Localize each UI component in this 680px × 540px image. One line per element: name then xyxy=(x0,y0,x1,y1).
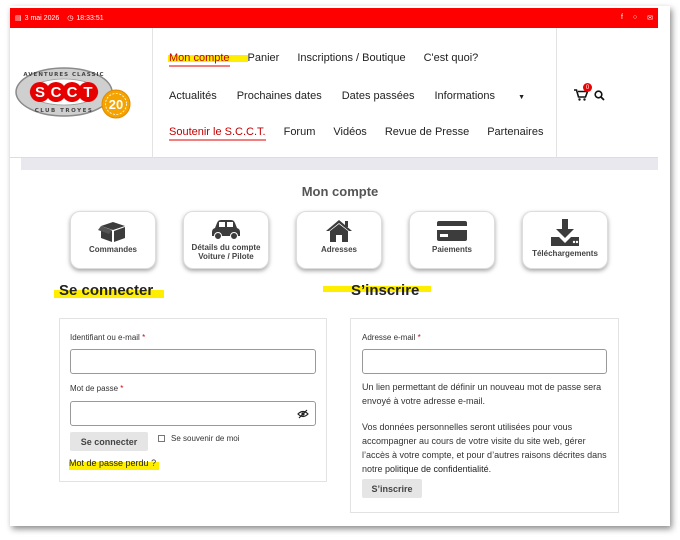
nav-forum[interactable]: Forum xyxy=(284,126,316,138)
logo-badge: 20 xyxy=(109,97,123,112)
nav-panier[interactable]: Panier xyxy=(248,52,280,64)
header-divider xyxy=(152,28,153,158)
tile-label: Adresses xyxy=(320,245,358,254)
cart-count-badge: 0 xyxy=(583,83,592,92)
time-text: 18:33:51 xyxy=(76,14,104,22)
password-input[interactable] xyxy=(70,401,316,426)
nav-informations-label: Informations xyxy=(434,90,495,102)
nav-dates-passees[interactable]: Dates passées xyxy=(342,90,415,102)
email-label-text: Adresse e-mail xyxy=(362,333,416,342)
remember-checkbox[interactable] xyxy=(158,435,165,442)
nav-videos[interactable]: Vidéos xyxy=(333,126,366,138)
logo-arc-bottom: CLUB TROYES xyxy=(35,108,94,114)
cart-search-area: 0 xyxy=(574,83,605,106)
nav-actualites[interactable]: Actualités xyxy=(169,90,217,102)
page-title: Mon compte xyxy=(301,184,379,199)
register-info: Un lien permettant de définir un nouveau… xyxy=(362,382,602,406)
date-text: 3 mai 2026 xyxy=(24,14,60,22)
email-label: Adresse e-mail * xyxy=(362,333,421,342)
car-icon xyxy=(212,220,240,240)
lost-password-link[interactable]: Mot de passe perdu xyxy=(69,458,149,468)
nav-partenaires[interactable]: Partenaires xyxy=(487,126,543,138)
account-tiles: Commandes Détails du compte Voiture / Pi… xyxy=(70,211,608,269)
register-button[interactable]: S’inscrire xyxy=(362,479,422,498)
tile-label: Paiements xyxy=(431,245,473,254)
tile-details-compte[interactable]: Détails du compte Voiture / Pilote xyxy=(183,211,269,269)
clock-icon: ◷ xyxy=(67,15,74,22)
svg-text:C: C xyxy=(67,84,78,101)
logo-arc-top: AVENTURES CLASSIC xyxy=(23,72,104,78)
house-icon xyxy=(326,220,352,242)
tile-adresses[interactable]: Adresses xyxy=(296,211,382,269)
register-title: S’inscrire xyxy=(351,282,420,299)
lost-password-suffix: ? xyxy=(148,458,157,468)
tile-commandes[interactable]: Commandes xyxy=(70,211,156,269)
nav-prochaines-dates[interactable]: Prochaines dates xyxy=(237,90,322,102)
social-links: f ○ ✉ xyxy=(621,14,653,22)
nav-cest-quoi[interactable]: C'est quoi? xyxy=(424,52,479,64)
mail-icon[interactable]: ✉ xyxy=(647,14,653,22)
download-icon xyxy=(551,219,579,246)
time-display: ◷ 18:33:51 xyxy=(67,14,104,23)
remember-label: Se souvenir de moi xyxy=(171,434,240,443)
username-label-text: Identifiant ou e-mail xyxy=(70,333,140,342)
tile-paiements[interactable]: Paiements xyxy=(409,211,495,269)
instagram-icon[interactable]: ○ xyxy=(633,14,637,22)
site-header: AVENTURES CLASSIC CLUB TROYES S C C T 20… xyxy=(10,28,658,158)
required-marker: * xyxy=(142,333,146,342)
svg-text:S: S xyxy=(35,84,45,101)
chevron-down-icon: ▼ xyxy=(518,94,525,101)
privacy-policy-link[interactable]: politique de confidentialité xyxy=(385,464,489,474)
svg-text:T: T xyxy=(83,84,92,101)
nav-inscriptions-boutique[interactable]: Inscriptions / Boutique xyxy=(297,52,405,64)
nav-revue-de-presse[interactable]: Revue de Presse xyxy=(385,126,469,138)
tile-label: Téléchargements xyxy=(532,249,598,258)
password-label-text: Mot de passe xyxy=(70,384,119,393)
nav-informations[interactable]: Informations ▼ xyxy=(434,90,545,102)
required-marker: * xyxy=(120,384,124,393)
email-input[interactable] xyxy=(362,349,607,374)
eye-slash-icon[interactable] xyxy=(297,407,309,425)
login-button[interactable]: Se connecter xyxy=(70,432,148,451)
credit-card-icon xyxy=(437,221,467,241)
privacy-notice: Vos données personnelles seront utilisée… xyxy=(362,420,610,476)
content-strip xyxy=(21,158,658,170)
facebook-icon[interactable]: f xyxy=(621,14,623,22)
nav-row-1: Mon compte Panier Inscriptions / Boutiqu… xyxy=(169,52,496,67)
password-label: Mot de passe * xyxy=(70,384,123,393)
username-label: Identifiant ou e-mail * xyxy=(70,333,145,342)
calendar-icon: ▤ xyxy=(15,15,22,22)
nav-soutenir[interactable]: Soutenir le S.C.C.T. xyxy=(169,126,266,141)
login-title: Se connecter xyxy=(59,282,154,299)
nav-row-2: Actualités Prochaines dates Dates passée… xyxy=(169,90,565,102)
nav-row-3: Soutenir le S.C.C.T. Forum Vidéos Revue … xyxy=(169,126,561,141)
username-input[interactable] xyxy=(70,349,316,374)
tile-label: Commandes xyxy=(88,245,137,254)
lost-password-row: Mot de passe perdu ? xyxy=(69,456,156,470)
search-icon[interactable] xyxy=(594,88,605,106)
nav-mon-compte[interactable]: Mon compte xyxy=(169,52,230,67)
tile-label: Détails du compte Voiture / Pilote xyxy=(191,243,261,261)
cart-icon[interactable]: 0 xyxy=(574,83,592,106)
privacy-suffix: . xyxy=(488,464,492,474)
scct-logo[interactable]: AVENTURES CLASSIC CLUB TROYES S C C T 20 xyxy=(14,64,144,124)
box-icon xyxy=(98,222,125,242)
top-bar: ▤ 3 mai 2026 ◷ 18:33:51 f ○ ✉ xyxy=(10,8,658,28)
svg-text:C: C xyxy=(51,84,62,101)
required-marker: * xyxy=(417,333,421,342)
tile-telechargements[interactable]: Téléchargements xyxy=(522,211,608,269)
date-display: ▤ 3 mai 2026 xyxy=(15,14,60,23)
